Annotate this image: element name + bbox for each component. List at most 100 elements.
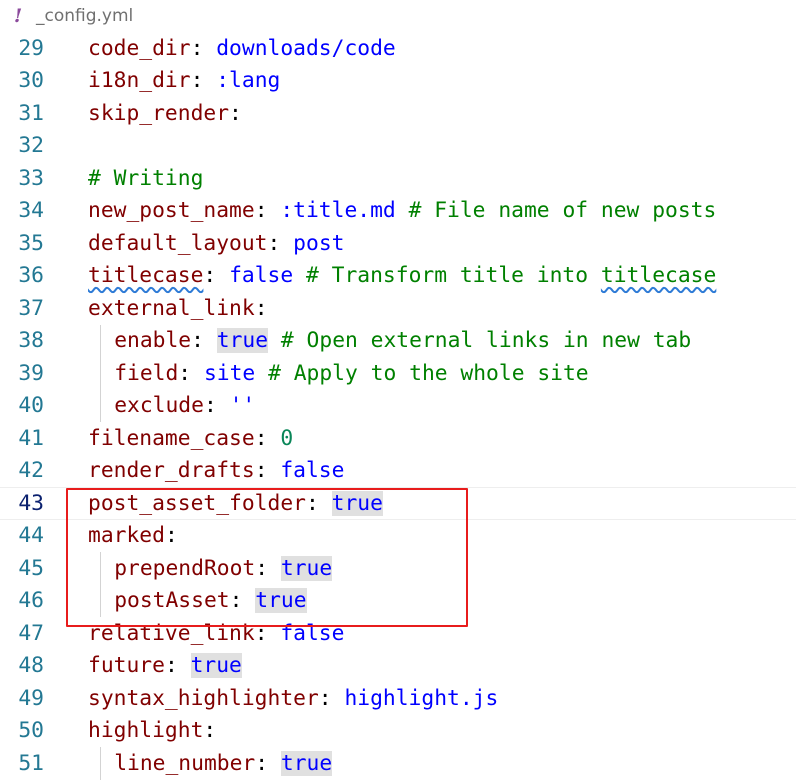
code-token: : (318, 685, 345, 711)
code-token: post (293, 230, 345, 256)
code-line[interactable]: 42 render_drafts: false (0, 455, 796, 488)
code-token: true (280, 750, 333, 776)
line-number: 41 (18, 425, 44, 451)
code-token: :title.md (280, 198, 396, 224)
code-line[interactable]: 36 titlecase: false # Transform title int… (0, 260, 796, 293)
code-token: '' (229, 393, 256, 419)
line-content: exclude: '' (114, 390, 255, 423)
code-line[interactable]: 31 skip_render: (0, 97, 796, 130)
code-token: highlight (88, 718, 204, 744)
code-token: false (229, 263, 294, 289)
line-number: 36 (18, 263, 44, 289)
code-line[interactable]: 48 future: true (0, 650, 796, 683)
line-content: code_dir: downloads/code (88, 32, 396, 65)
line-content: render_drafts: false (88, 455, 344, 488)
code-line[interactable]: 38 enable: true # Open external links in … (0, 324, 796, 358)
code-line[interactable]: 39 field: site # Apply to the whole site (0, 357, 796, 390)
line-number: 40 (18, 393, 44, 419)
code-token: line_number (114, 750, 256, 776)
code-line[interactable]: 35 default_layout: post (0, 227, 796, 260)
line-number: 47 (18, 620, 44, 646)
code-line[interactable]: 30 i18n_dir: :lang (0, 65, 796, 98)
code-token: : (267, 230, 294, 256)
code-token: titlecase (88, 263, 204, 289)
code-token: : (203, 393, 230, 419)
indent-guide (100, 747, 101, 780)
line-number: 29 (18, 35, 44, 61)
code-token: # Open external links in new tab (280, 328, 692, 354)
code-token: : (190, 35, 217, 61)
code-token: titlecase (600, 263, 717, 289)
code-token: filename_case (88, 425, 255, 451)
code-token: # Writing (88, 165, 204, 191)
code-token: : (254, 198, 281, 224)
line-content: field: site # Apply to the whole site (114, 357, 588, 390)
code-token: # Apply to the whole site (268, 360, 589, 386)
code-line[interactable]: 32 (0, 130, 796, 163)
line-number: 42 (18, 458, 44, 484)
code-line[interactable]: 41 filename_case: 0 (0, 422, 796, 455)
line-content: skip_render: (88, 97, 242, 130)
line-content: line_number: true (114, 747, 333, 780)
highlight-annotation-box (66, 488, 468, 627)
line-number: 50 (18, 718, 44, 744)
code-token: : (203, 718, 217, 744)
line-number: 43 (18, 490, 44, 516)
code-token: : (191, 328, 217, 354)
code-token: # Transform title into (306, 263, 601, 289)
line-content: new_post_name: :title.md # File name of … (88, 195, 716, 228)
code-token: : (178, 360, 204, 386)
indent-guide (100, 389, 101, 422)
code-token: new_post_name (88, 198, 255, 224)
code-token: external_link (88, 295, 255, 321)
line-content: future: true (88, 650, 242, 683)
line-content: # Writing (88, 162, 203, 195)
line-number: 46 (18, 588, 44, 614)
code-token: syntax_highlighter (88, 685, 319, 711)
code-line[interactable]: 51 line_number: true (0, 747, 796, 780)
code-line[interactable]: 33 # Writing (0, 162, 796, 195)
code-token: : (254, 425, 281, 451)
file-tab[interactable]: ! _config.yml (0, 0, 796, 32)
code-token: : (255, 750, 281, 776)
code-editor[interactable]: ! _config.yml 29 code_dir: downloads/code… (0, 0, 796, 781)
code-area[interactable]: 29 code_dir: downloads/code 30 i18n_dir: :l… (0, 32, 796, 780)
line-content: enable: true # Open external links in ne… (114, 325, 691, 358)
line-number: 51 (18, 750, 44, 776)
code-token: 0 (280, 425, 294, 451)
line-number: 44 (18, 523, 44, 549)
line-number: 32 (18, 133, 44, 159)
code-token: enable (114, 328, 192, 354)
code-token: :lang (216, 68, 281, 94)
line-number: 37 (18, 295, 44, 321)
code-token: render_drafts (88, 458, 255, 484)
code-token: future (88, 653, 165, 679)
code-token: i18n_dir (88, 68, 191, 94)
line-number: 39 (18, 360, 44, 386)
code-token: true (216, 328, 269, 354)
code-token: exclude (114, 393, 204, 419)
code-line[interactable]: 50 highlight: (0, 715, 796, 748)
line-number: 33 (18, 165, 44, 191)
code-token: skip_render (88, 100, 230, 126)
line-number: 48 (18, 653, 44, 679)
code-token: code_dir (88, 35, 191, 61)
line-content: titlecase: false # Transform title into … (88, 260, 716, 293)
code-line[interactable]: 29 code_dir: downloads/code (0, 32, 796, 65)
code-line[interactable]: 37 external_link: (0, 292, 796, 325)
code-token: : (190, 68, 217, 94)
indent-guide (100, 324, 101, 357)
code-line[interactable]: 40 exclude: '' (0, 389, 796, 423)
code-token: true (190, 653, 242, 679)
code-line[interactable]: 34 new_post_name: :title.md # File name o… (0, 195, 796, 228)
code-token: : (254, 295, 268, 321)
line-number: 45 (18, 555, 44, 581)
line-content: filename_case: 0 (88, 422, 293, 455)
line-content: external_link: (88, 292, 268, 325)
code-line[interactable]: 49 syntax_highlighter: highlight.js (0, 682, 796, 715)
line-number: 30 (18, 68, 44, 94)
